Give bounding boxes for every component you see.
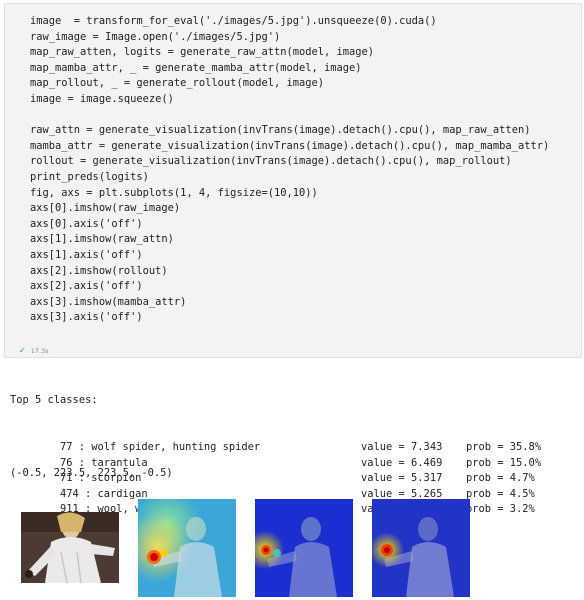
cell-output: Top 5 classes: 77 : wolf spider, hunting…	[10, 362, 541, 534]
code-line: axs[3].axis('off')	[30, 311, 143, 324]
prediction-value: value = 7.343	[361, 440, 443, 453]
prediction-value: value = 5.317	[361, 472, 443, 485]
prediction-prob: prob = 35.8%	[466, 440, 542, 453]
rollout-panel	[255, 499, 353, 597]
prediction-prob: prob = 4.5%	[466, 487, 535, 500]
code-line: axs[0].imshow(raw_image)	[30, 202, 181, 215]
code-line: mamba_attr = generate_visualization(invT…	[30, 139, 550, 152]
axis-extent-output: (-0.5, 223.5, 223.5, -0.5)	[10, 467, 173, 479]
code-line: image = transform_for_eval('./images/5.j…	[30, 15, 437, 27]
prediction-row: 474 : cardigan value = 5.265 prob = 4.5%	[10, 487, 535, 503]
prediction-value: value = 6.469	[361, 456, 443, 469]
prediction-label: 77 : wolf spider, hunting spider	[60, 440, 261, 453]
prediction-prob: prob = 3.2%	[466, 503, 535, 516]
code-line: map_mamba_attr, _ = generate_mamba_attr(…	[30, 61, 362, 74]
output-header: Top 5 classes:	[10, 394, 98, 407]
code-line: map_rollout, _ = generate_rollout(model,…	[30, 77, 325, 90]
code-editor[interactable]: image = transform_for_eval('./images/5.j…	[30, 14, 549, 326]
prediction-row: 77 : wolf spider, hunting spider value = …	[10, 440, 541, 456]
execution-status: ✓ 17.3s	[19, 345, 49, 357]
prediction-label: 474 : cardigan	[60, 487, 148, 500]
code-line: print_preds(logits)	[30, 170, 149, 183]
code-line: axs[2].imshow(rollout)	[30, 264, 168, 277]
raw-attn-panel	[138, 499, 236, 597]
code-line: axs[3].imshow(mamba_attr)	[30, 295, 187, 308]
code-line: axs[0].axis('off')	[30, 217, 143, 230]
code-line: raw_attn = generate_visualization(invTra…	[30, 124, 531, 137]
code-line: rollout = generate_visualization(invTran…	[30, 155, 512, 168]
execution-time: 17.3s	[30, 347, 49, 355]
prediction-prob: prob = 4.7%	[466, 472, 535, 485]
code-line: map_raw_atten, logits = generate_raw_att…	[30, 46, 375, 59]
mamba-attr-panel	[372, 499, 470, 597]
code-line: axs[1].axis('off')	[30, 248, 143, 261]
code-line: fig, axs = plt.subplots(1, 4, figsize=(1…	[30, 186, 318, 199]
code-line: axs[1].imshow(raw_attn)	[30, 233, 174, 246]
prediction-prob: prob = 15.0%	[466, 456, 542, 469]
code-cell[interactable]: image = transform_for_eval('./images/5.j…	[4, 3, 582, 358]
code-line: raw_image = Image.open('./images/5.jpg')	[30, 30, 281, 43]
code-line: axs[2].axis('off')	[30, 280, 143, 293]
code-line: image = image.squeeze()	[30, 92, 174, 105]
raw-image-panel	[21, 512, 119, 583]
check-icon: ✓	[19, 346, 26, 355]
